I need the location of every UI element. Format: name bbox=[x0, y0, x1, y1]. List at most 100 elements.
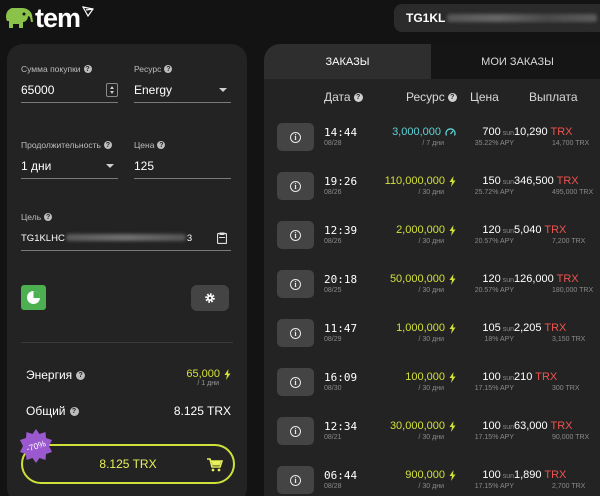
order-amount: 2,000,000 bbox=[396, 224, 445, 236]
help-icon[interactable]: ? bbox=[69, 406, 79, 416]
order-time: 11:47 bbox=[324, 322, 358, 335]
amount-input[interactable]: 65000 bbox=[21, 83, 54, 97]
info-button[interactable]: i bbox=[277, 417, 314, 445]
order-apy: 17.15% APY bbox=[474, 483, 514, 490]
info-circle-icon: i bbox=[290, 229, 301, 241]
order-time: 12:34 bbox=[324, 420, 358, 433]
order-price-unit: sun bbox=[502, 424, 514, 431]
lightning-bolt-icon bbox=[449, 469, 456, 481]
order-date: 08/30 bbox=[324, 385, 342, 392]
order-payout-total: 495,000 TRX bbox=[552, 189, 594, 196]
table-row: i 11:47 08/29 1,000,000 / 30 дни 105 sun 18% AP… bbox=[264, 314, 600, 360]
order-date: 08/26 bbox=[324, 238, 342, 245]
table-row: i 14:44 08/28 3,000,000 / 7 дни 700 sun 35.22% … bbox=[264, 118, 600, 164]
order-resource: 50,000,000 bbox=[390, 273, 456, 285]
clipboard-icon[interactable] bbox=[217, 232, 227, 244]
amount-field[interactable]: Сумма покупки ? 65000 bbox=[21, 64, 118, 103]
order-payout-total: 180,000 TRX bbox=[552, 287, 594, 294]
info-button[interactable]: i bbox=[277, 368, 314, 396]
order-payout-total: 300 TRX bbox=[552, 385, 580, 392]
total-summary: Общий ? 8.125 TRX bbox=[26, 404, 231, 418]
order-payout-total: 7,200 TRX bbox=[552, 238, 586, 245]
order-amount: 50,000,000 bbox=[389, 273, 445, 285]
lightning-bolt-icon bbox=[449, 322, 456, 334]
settings-button[interactable] bbox=[191, 285, 229, 311]
help-icon[interactable]: ? bbox=[447, 92, 457, 102]
order-period: / 30 дни bbox=[418, 385, 444, 392]
order-price: 150 sun bbox=[482, 175, 514, 187]
column-price[interactable]: Цена bbox=[470, 90, 499, 104]
duration-select[interactable]: Продолжительность ? 1 дни bbox=[21, 140, 118, 179]
tab-my-orders[interactable]: МОИ ЗАКАЗЫ bbox=[431, 44, 600, 79]
help-icon[interactable]: ? bbox=[164, 65, 173, 73]
order-payout: 2,205 TRX bbox=[514, 322, 567, 334]
order-amount: 3,000,000 bbox=[392, 126, 441, 138]
wallet-address-button[interactable]: TG1KL bbox=[394, 4, 600, 32]
amount-stepper[interactable] bbox=[106, 83, 118, 97]
resource-select[interactable]: Ресурс ? Energy bbox=[134, 64, 231, 103]
help-icon[interactable]: ? bbox=[157, 141, 166, 149]
order-price-unit: sun bbox=[502, 277, 514, 284]
order-payout-total: 14,700 TRX bbox=[552, 140, 590, 147]
duration-value: 1 дни bbox=[21, 159, 52, 173]
price-field[interactable]: Цена ? 125 bbox=[134, 140, 231, 179]
wallet-address-prefix: TG1KL bbox=[406, 11, 446, 25]
info-button[interactable]: i bbox=[277, 123, 314, 151]
help-icon[interactable]: ? bbox=[103, 141, 112, 149]
info-button[interactable]: i bbox=[277, 319, 314, 347]
order-payout-total: 3,150 TRX bbox=[552, 336, 586, 343]
price-label: Цена bbox=[134, 140, 155, 150]
order-period: / 30 дни bbox=[418, 189, 444, 196]
help-icon[interactable]: ? bbox=[44, 213, 53, 221]
order-price-unit: sun bbox=[502, 473, 514, 480]
order-payout: 10,290 TRX bbox=[514, 126, 573, 138]
help-icon[interactable]: ? bbox=[76, 370, 86, 380]
energy-duration: / 1 дни bbox=[197, 380, 219, 387]
help-icon[interactable]: ? bbox=[353, 92, 363, 102]
order-period: / 30 дни bbox=[418, 434, 444, 441]
target-address-input[interactable]: TG1KLHC 3 bbox=[21, 233, 192, 244]
column-payout[interactable]: Выплата bbox=[529, 90, 578, 104]
resource-value: Energy bbox=[134, 83, 173, 97]
price-input[interactable]: 125 bbox=[134, 159, 154, 173]
order-payout-currency: TRX bbox=[550, 126, 573, 138]
lightning-bolt-icon bbox=[449, 175, 456, 187]
table-row: i 12:39 08/26 2,000,000 / 30 дни 120 sun 20.57%… bbox=[264, 216, 600, 262]
order-period: / 30 дни bbox=[418, 336, 444, 343]
resource-label: Ресурс bbox=[134, 64, 162, 74]
order-amount: 1,000,000 bbox=[396, 322, 445, 334]
order-amount: 100,000 bbox=[405, 371, 445, 383]
info-button[interactable]: i bbox=[277, 172, 314, 200]
tab-orders[interactable]: ЗАКАЗЫ bbox=[264, 44, 431, 79]
buy-button[interactable]: 8.125 TRX bbox=[21, 444, 235, 484]
order-price: 105 sun bbox=[482, 322, 514, 334]
order-payout-total: 2,700 TRX bbox=[552, 483, 586, 490]
help-icon[interactable]: ? bbox=[83, 65, 92, 73]
column-date[interactable]: Дата ? bbox=[324, 90, 363, 104]
info-button[interactable]: i bbox=[277, 466, 314, 494]
logo-text: tem bbox=[35, 2, 81, 33]
order-price: 100 sun bbox=[482, 469, 514, 481]
tabs: ЗАКАЗЫ МОИ ЗАКАЗЫ bbox=[264, 44, 600, 79]
info-circle-icon: i bbox=[290, 327, 301, 339]
order-payout: 346,500 TRX bbox=[514, 175, 579, 187]
chart-button[interactable] bbox=[21, 285, 46, 310]
chevron-down-icon bbox=[106, 164, 114, 168]
target-field[interactable]: Цель ? TG1KLHC 3 bbox=[21, 212, 231, 251]
info-button[interactable]: i bbox=[277, 270, 314, 298]
table-row: i 20:18 08/25 50,000,000 / 30 дни 120 sun 20.57… bbox=[264, 265, 600, 311]
info-button[interactable]: i bbox=[277, 221, 314, 249]
logo[interactable]: tem bbox=[4, 2, 95, 33]
order-price-unit: sun bbox=[502, 326, 514, 333]
column-resource[interactable]: Ресурс ? bbox=[406, 90, 457, 104]
order-payout-total: 90,000 TRX bbox=[552, 434, 590, 441]
info-circle-icon: i bbox=[290, 131, 301, 143]
order-date: 08/26 bbox=[324, 189, 342, 196]
order-time: 19:26 bbox=[324, 175, 358, 188]
order-resource: 3,000,000 bbox=[392, 126, 456, 138]
discount-badge: -70% bbox=[19, 429, 53, 463]
order-amount: 900,000 bbox=[405, 469, 445, 481]
order-amount: 30,000,000 bbox=[389, 420, 445, 432]
energy-label: Энергия bbox=[26, 368, 73, 382]
order-time: 16:09 bbox=[324, 371, 358, 384]
